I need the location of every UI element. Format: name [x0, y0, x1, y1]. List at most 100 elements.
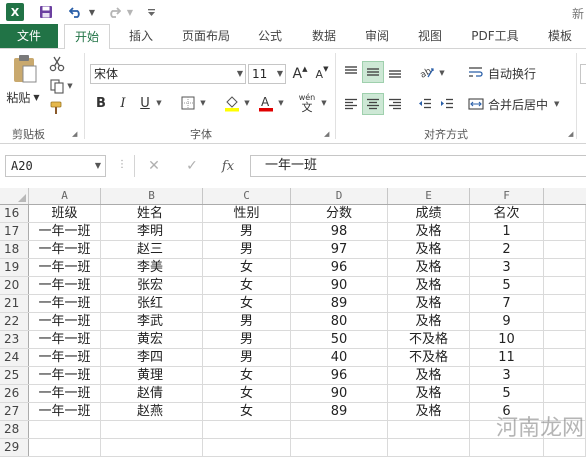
tab-home[interactable]: 开始: [64, 24, 110, 49]
cell[interactable]: 男: [203, 223, 291, 240]
cell[interactable]: [544, 223, 586, 240]
cell[interactable]: 班级: [29, 205, 101, 222]
merge-center-dropdown-icon[interactable]: ▼: [554, 100, 559, 108]
decrease-indent-icon[interactable]: [414, 93, 436, 115]
formula-input[interactable]: 一年一班: [250, 155, 586, 177]
orientation-dropdown-icon[interactable]: ▼: [438, 67, 446, 79]
tab-templates[interactable]: 模板: [536, 24, 584, 48]
cell[interactable]: [388, 421, 470, 438]
row-header[interactable]: 28: [0, 421, 29, 438]
cell[interactable]: 96: [291, 367, 388, 384]
cell[interactable]: 女: [203, 277, 291, 294]
font-name-dropdown-icon[interactable]: ▼: [237, 65, 243, 83]
redo-dropdown-icon[interactable]: ▼: [126, 3, 134, 21]
cell[interactable]: 一年一班: [29, 241, 101, 258]
column-header-b[interactable]: B: [101, 188, 203, 204]
tab-insert[interactable]: 插入: [116, 24, 166, 48]
cell[interactable]: 及格: [388, 277, 470, 294]
insert-function-button[interactable]: fx: [216, 156, 240, 176]
cancel-icon[interactable]: ✕: [142, 156, 166, 176]
cell[interactable]: 98: [291, 223, 388, 240]
cell[interactable]: 10: [470, 331, 544, 348]
cell[interactable]: [544, 367, 586, 384]
cell[interactable]: 90: [291, 385, 388, 402]
cell[interactable]: [544, 295, 586, 312]
cell[interactable]: 张宏: [101, 277, 203, 294]
name-box-dropdown-icon[interactable]: ▼: [95, 156, 101, 176]
formula-bar-splitter-icon[interactable]: ⋮: [117, 159, 127, 170]
row-header[interactable]: 19: [0, 259, 29, 276]
align-center-icon[interactable]: [362, 93, 384, 115]
number-format-combo[interactable]: [580, 64, 586, 84]
font-launcher-icon[interactable]: ◢: [324, 130, 332, 138]
cell[interactable]: [544, 205, 586, 222]
customize-toolbar-icon[interactable]: [146, 3, 156, 21]
cell[interactable]: 及格: [388, 313, 470, 330]
enter-icon[interactable]: ✓: [180, 156, 204, 176]
copy-icon[interactable]: [48, 77, 66, 95]
align-bottom-icon[interactable]: [384, 61, 406, 83]
cell[interactable]: 张红: [101, 295, 203, 312]
cell[interactable]: 2: [470, 241, 544, 258]
cell[interactable]: 9: [470, 313, 544, 330]
cell[interactable]: 名次: [470, 205, 544, 222]
underline-button[interactable]: U: [136, 93, 154, 113]
paste-dropdown-icon[interactable]: ▼: [33, 93, 39, 102]
font-size-combo[interactable]: 11 ▼: [248, 64, 286, 84]
select-all-corner[interactable]: [0, 188, 29, 204]
row-header[interactable]: 23: [0, 331, 29, 348]
row-header[interactable]: 20: [0, 277, 29, 294]
row-header[interactable]: 21: [0, 295, 29, 312]
shrink-font-button[interactable]: A ▼: [312, 64, 332, 84]
cell[interactable]: 李明: [101, 223, 203, 240]
cell[interactable]: 不及格: [388, 331, 470, 348]
row-header[interactable]: 22: [0, 313, 29, 330]
cell[interactable]: 女: [203, 403, 291, 420]
cell[interactable]: 89: [291, 295, 388, 312]
cell[interactable]: 89: [291, 403, 388, 420]
cell[interactable]: 一年一班: [29, 277, 101, 294]
cell[interactable]: [544, 277, 586, 294]
cell[interactable]: 一年一班: [29, 403, 101, 420]
cell[interactable]: 及格: [388, 241, 470, 258]
cell[interactable]: 及格: [388, 367, 470, 384]
clipboard-launcher-icon[interactable]: ◢: [72, 130, 80, 138]
font-color-icon[interactable]: A: [256, 93, 276, 113]
cell[interactable]: 李美: [101, 259, 203, 276]
tab-view[interactable]: 视图: [406, 24, 454, 48]
cell[interactable]: 3: [470, 259, 544, 276]
row-header[interactable]: 24: [0, 349, 29, 366]
phonetic-button[interactable]: wén 文: [294, 91, 320, 115]
cell[interactable]: 一年一班: [29, 367, 101, 384]
wrap-text-button[interactable]: 自动换行: [468, 63, 560, 83]
copy-dropdown-icon[interactable]: ▼: [66, 81, 74, 91]
cell[interactable]: 一年一班: [29, 331, 101, 348]
cell[interactable]: 80: [291, 313, 388, 330]
cell[interactable]: [544, 259, 586, 276]
font-name-combo[interactable]: 宋体 ▼: [90, 64, 246, 84]
cell[interactable]: 3: [470, 367, 544, 384]
redo-icon[interactable]: [106, 3, 122, 21]
cell[interactable]: 及格: [388, 295, 470, 312]
fill-color-icon[interactable]: [222, 93, 242, 113]
cell[interactable]: 50: [291, 331, 388, 348]
column-header-f[interactable]: F: [470, 188, 544, 204]
cell[interactable]: [101, 421, 203, 438]
paste-icon[interactable]: [8, 53, 42, 85]
increase-indent-icon[interactable]: [436, 93, 458, 115]
font-color-dropdown-icon[interactable]: ▼: [277, 97, 285, 109]
cell[interactable]: [388, 439, 470, 456]
cell[interactable]: 及格: [388, 403, 470, 420]
cell[interactable]: 分数: [291, 205, 388, 222]
cell[interactable]: 11: [470, 349, 544, 366]
cell[interactable]: 90: [291, 277, 388, 294]
cell[interactable]: 及格: [388, 385, 470, 402]
bold-button[interactable]: B: [92, 93, 110, 113]
tab-formulas[interactable]: 公式: [246, 24, 294, 48]
cell[interactable]: 一年一班: [29, 223, 101, 240]
cell[interactable]: 一年一班: [29, 313, 101, 330]
column-header-g[interactable]: [544, 188, 586, 204]
save-icon[interactable]: [38, 3, 54, 21]
cell[interactable]: [544, 241, 586, 258]
cell[interactable]: 赵燕: [101, 403, 203, 420]
